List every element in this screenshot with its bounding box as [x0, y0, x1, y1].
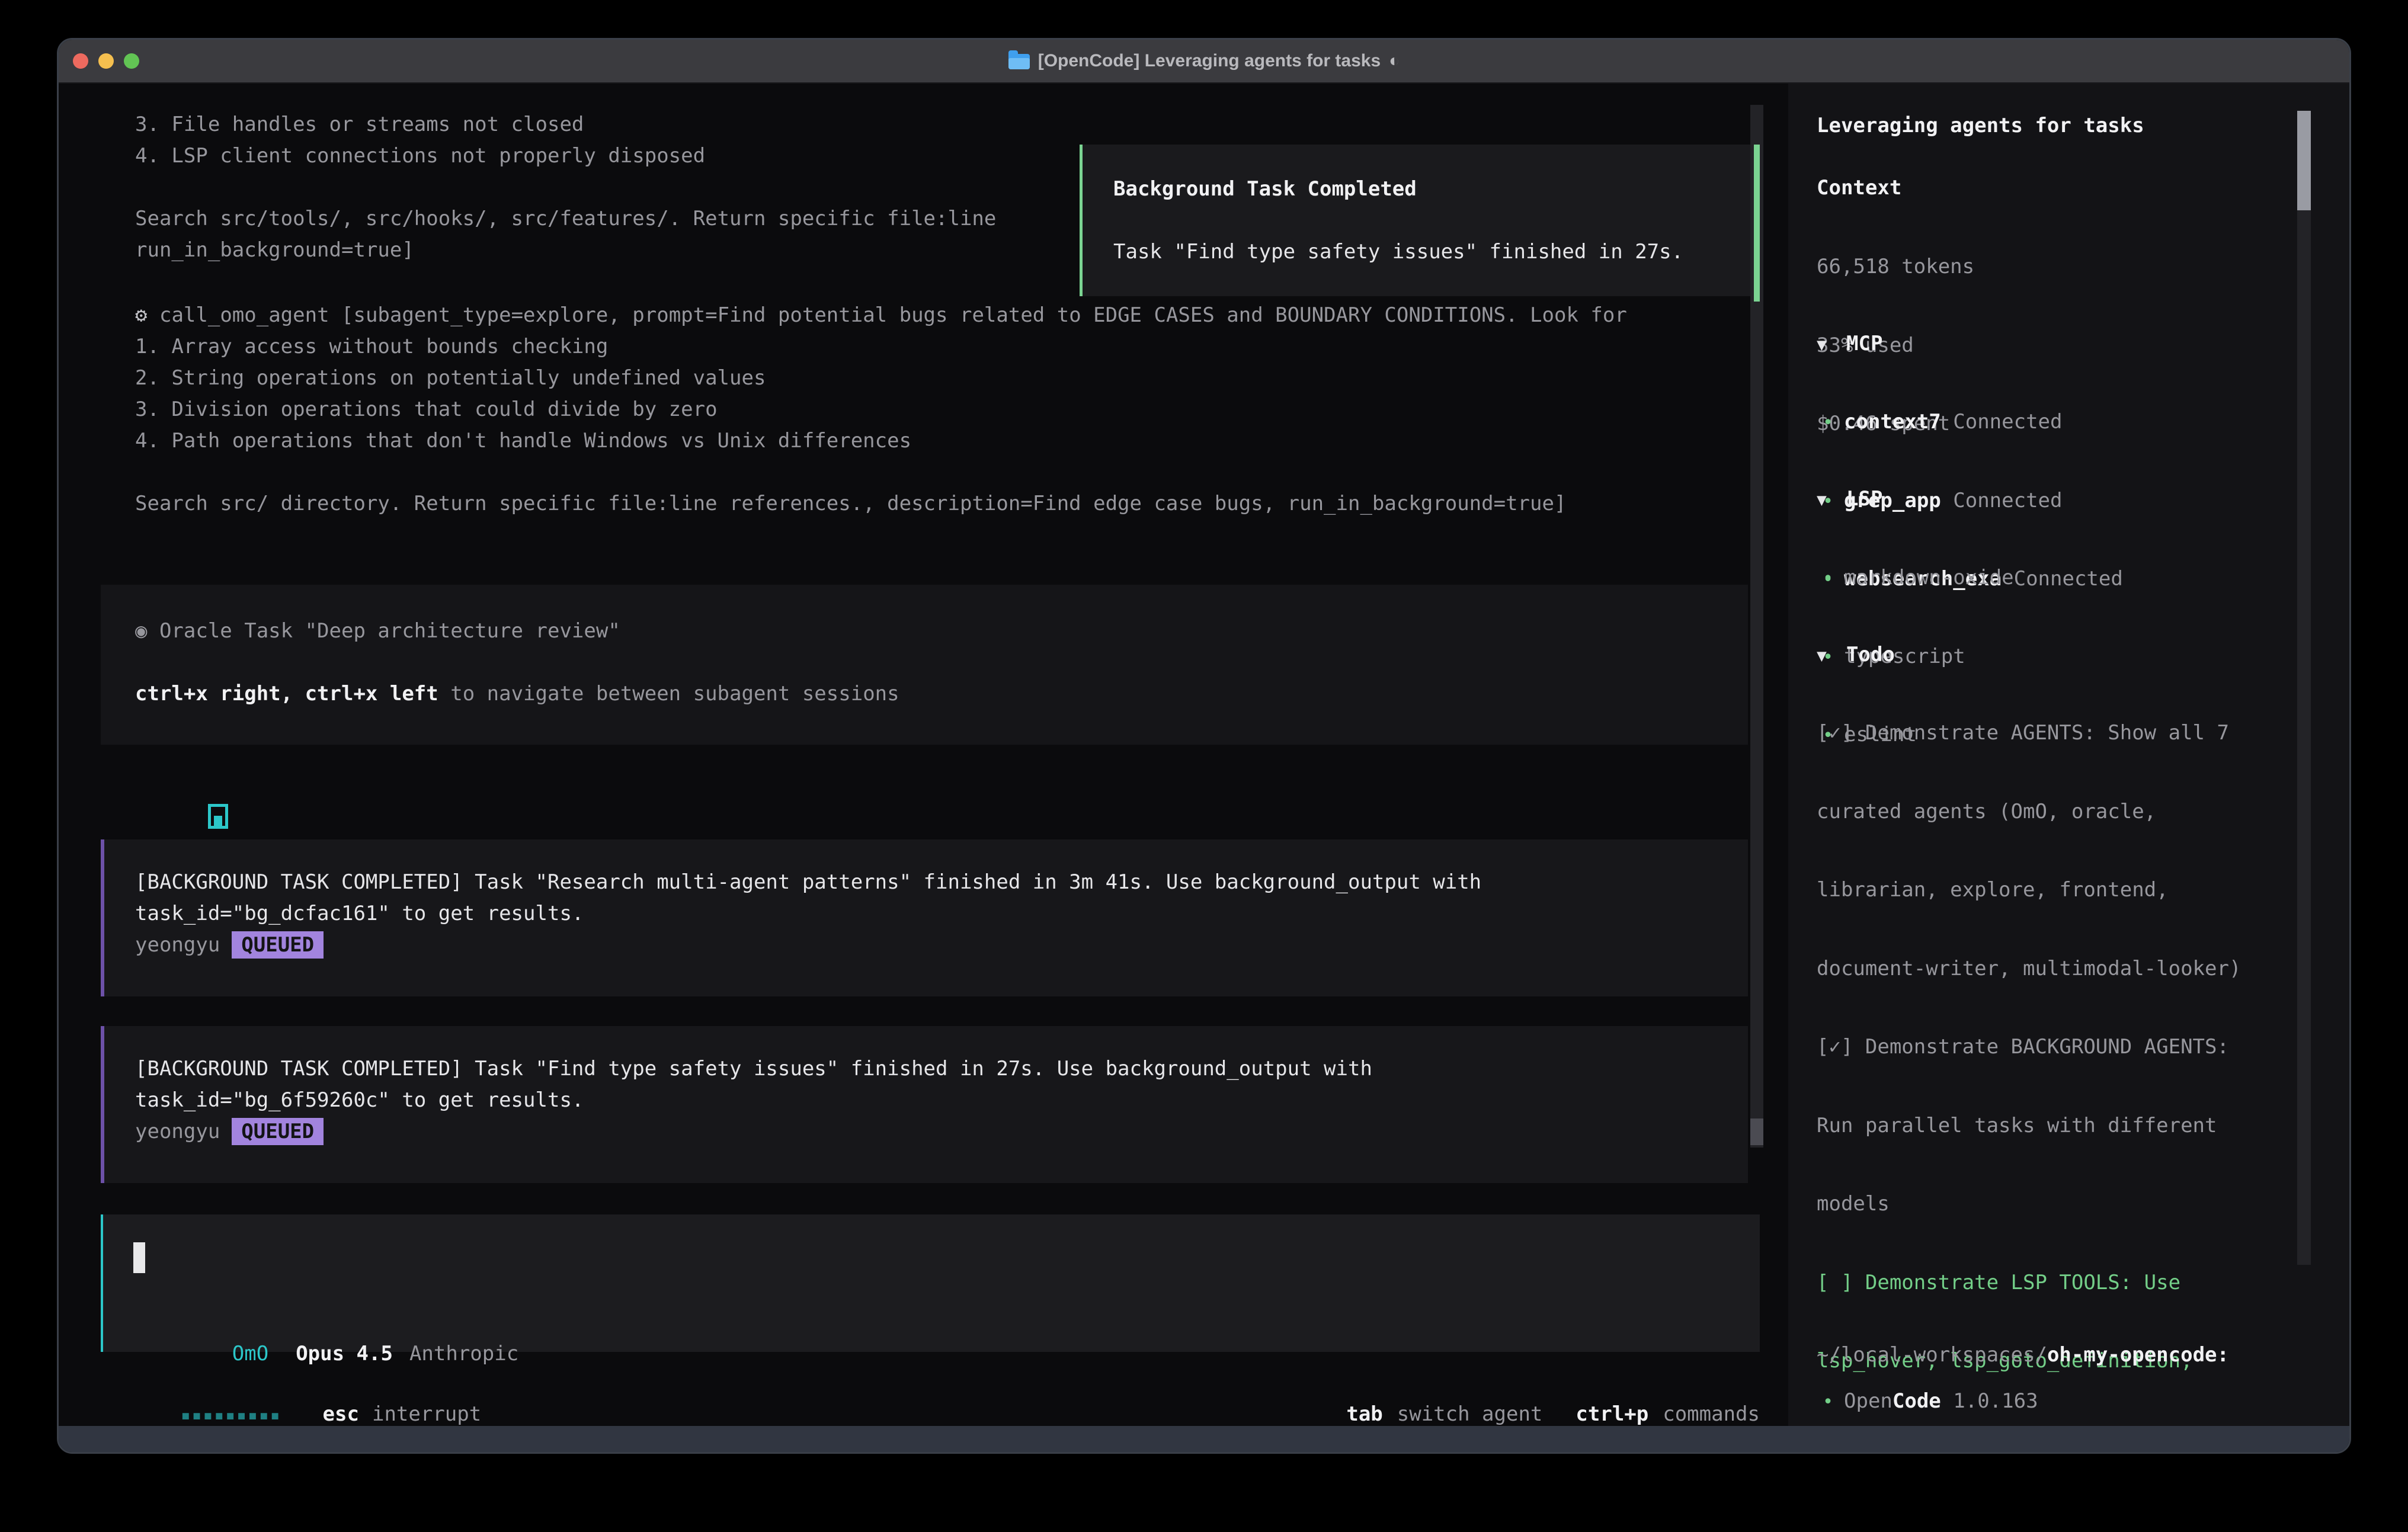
user-label: yeongyu [135, 1120, 220, 1143]
workspace-repo: oh-my-opencode: [2047, 1343, 2229, 1367]
agent-icon [208, 804, 228, 829]
lsp-item: •markdown-oxide [1817, 562, 2014, 594]
terminal-content: 3. File handles or streams not closed 4.… [59, 84, 2349, 1426]
tool-call-block: ⚙ call_omo_agent [subagent_type=explore,… [135, 300, 1627, 520]
todo-section-header[interactable]: ▼Todo [1817, 639, 1895, 671]
log-line: Search src/tools/, src/hooks/, src/featu… [135, 203, 996, 235]
todo-line: models [1817, 1188, 2265, 1220]
status-bar: ▪▪▪▪▪▪▪▪▪escinterrupt tabswitch agentctr… [108, 1367, 1760, 1399]
task-message-line: task_id="bg_dcfac161" to get results. [135, 898, 1748, 930]
ctrlp-key-hint: ctrl+p [1576, 1402, 1648, 1426]
gear-icon: ⚙ [135, 303, 147, 327]
tool-call-line: ⚙ call_omo_agent [subagent_type=explore,… [135, 300, 1627, 331]
subagent-nav-hint: ctrl+x right, ctrl+x left to navigate be… [135, 678, 1748, 710]
sidebar-session-title: Leveraging agents for tasks [1817, 110, 2144, 142]
todo-line: [✓] Demonstrate AGENTS: Show all 7 [1817, 717, 2265, 749]
sidebar-scrollbar-thumb[interactable] [2297, 111, 2311, 210]
tool-call-line: 4. Path operations that don't handle Win… [135, 425, 1627, 457]
mcp-section-header[interactable]: ▼MCP [1817, 328, 1882, 360]
todo-line: librarian, explore, frontend, [1817, 874, 2265, 906]
log-block-top: 3. File handles or streams not closed 4.… [135, 109, 996, 266]
tab-key-hint: tab [1346, 1402, 1382, 1426]
ctrlp-key-label: commands [1663, 1402, 1760, 1426]
terminal-window: [OpenCode] Leveraging agents for tasks ◐… [57, 38, 2351, 1454]
status-badge: QUEUED [232, 1118, 324, 1145]
oracle-task-line: ◉ Oracle Task "Deep architecture review" [135, 616, 1748, 647]
task-message: [BACKGROUND TASK COMPLETED] Task "Resear… [101, 839, 1748, 996]
version-number: 1.0.163 [1953, 1389, 2038, 1413]
input-model-name: Opus 4.5 [296, 1342, 393, 1366]
window-title-group: [OpenCode] Leveraging agents for tasks ◐ [1008, 51, 1400, 71]
window-title: [OpenCode] Leveraging agents for tasks [1038, 51, 1381, 71]
input-agent-name: OmO [232, 1342, 268, 1366]
task-message-line: [BACKGROUND TASK COMPLETED] Task "Resear… [135, 867, 1748, 898]
main-scrollbar[interactable] [1750, 105, 1763, 1148]
log-line: 4. LSP client connections not properly d… [135, 140, 996, 172]
main-scrollbar-notification-thumb[interactable] [1754, 145, 1760, 302]
title-bar: [OpenCode] Leveraging agents for tasks ◐ [59, 40, 2349, 84]
user-label: yeongyu [135, 933, 220, 957]
workspace-path-prefix: ~/local-workspaces/ [1817, 1343, 2047, 1367]
model-indicator[interactable]: OmOOpus 4.5Anthropic [135, 1307, 518, 1338]
task-message-meta: yeongyu QUEUED [135, 930, 1748, 961]
mcp-item: •context7 Connected [1817, 406, 2123, 438]
status-badge: QUEUED [232, 931, 324, 959]
close-button[interactable] [73, 53, 88, 69]
status-dot-icon: • [1817, 1386, 1844, 1418]
log-line: 3. File handles or streams not closed [135, 109, 996, 140]
tool-call-line: Search src/ directory. Return specific f… [135, 488, 1627, 520]
tool-call-line: 2. String operations on potentially unde… [135, 363, 1627, 394]
log-line [135, 172, 996, 203]
task-message-line: task_id="bg_6f59260c" to get results. [135, 1085, 1748, 1116]
spinner-dots-icon: ▪▪▪▪▪▪▪▪▪ [181, 1405, 281, 1425]
folder-icon [1008, 54, 1030, 69]
todo-line: [✓] Demonstrate BACKGROUND AGENTS: [1817, 1031, 2265, 1063]
input-provider-name: Anthropic [409, 1342, 518, 1366]
esc-key-label: interrupt [372, 1402, 481, 1426]
todo-line: curated agents (OmO, oracle, [1817, 796, 2265, 828]
window-bottom-strip [59, 1426, 2349, 1452]
esc-key-hint: esc [323, 1402, 359, 1426]
tab-key-label: switch agent [1397, 1402, 1543, 1426]
session-state-icon: ◐ [1389, 51, 1400, 71]
agent-header: OmO · claude-opus-4-5 [135, 771, 402, 802]
task-message: [BACKGROUND TASK COMPLETED] Task "Find t… [101, 1026, 1748, 1183]
background-task-notification: Background Task Completed Task "Find typ… [1080, 145, 1750, 296]
oracle-task-box: ◉ Oracle Task "Deep architecture review"… [101, 585, 1748, 745]
tool-call-line [135, 457, 1627, 488]
todo-line: document-writer, multimodal-looker) [1817, 953, 2265, 985]
context-tokens: 66,518 tokens [1817, 251, 1974, 283]
screen: { "window": { "title": "[OpenCode] Lever… [0, 0, 2408, 1532]
notification-title: Background Task Completed [1113, 174, 1750, 205]
prompt-input[interactable]: OmOOpus 4.5Anthropic [101, 1214, 1760, 1352]
task-message-line: [BACKGROUND TASK COMPLETED] Task "Find t… [135, 1053, 1748, 1085]
status-dot-icon: • [1817, 408, 1844, 439]
sidebar: Leveraging agents for tasks Context 66,5… [1788, 84, 2349, 1426]
todo-line: Run parallel tasks with different [1817, 1110, 2265, 1142]
chevron-down-icon: ▼ [1817, 329, 1846, 360]
log-line: run_in_background=true] [135, 235, 996, 266]
context-heading: Context [1817, 172, 1901, 204]
chevron-down-icon: ▼ [1817, 640, 1846, 671]
lsp-section-header[interactable]: ▼LSP [1817, 483, 1882, 515]
chevron-down-icon: ▼ [1817, 484, 1846, 515]
tool-call-line: 3. Division operations that could divide… [135, 394, 1627, 425]
main-scrollbar-thumb[interactable] [1750, 1118, 1763, 1145]
tool-call-line: 1. Array access without bounds checking [135, 331, 1627, 363]
sidebar-scrollbar[interactable] [2297, 111, 2311, 1265]
text-cursor [133, 1242, 145, 1273]
status-dot-icon: • [1817, 563, 1844, 595]
opencode-version: •OpenCode 1.0.163 [1817, 1386, 2038, 1417]
task-message-meta: yeongyu QUEUED [135, 1116, 1748, 1148]
minimize-button[interactable] [98, 53, 114, 69]
zoom-button[interactable] [124, 53, 139, 69]
notification-body: Task "Find type safety issues" finished … [1113, 236, 1750, 268]
